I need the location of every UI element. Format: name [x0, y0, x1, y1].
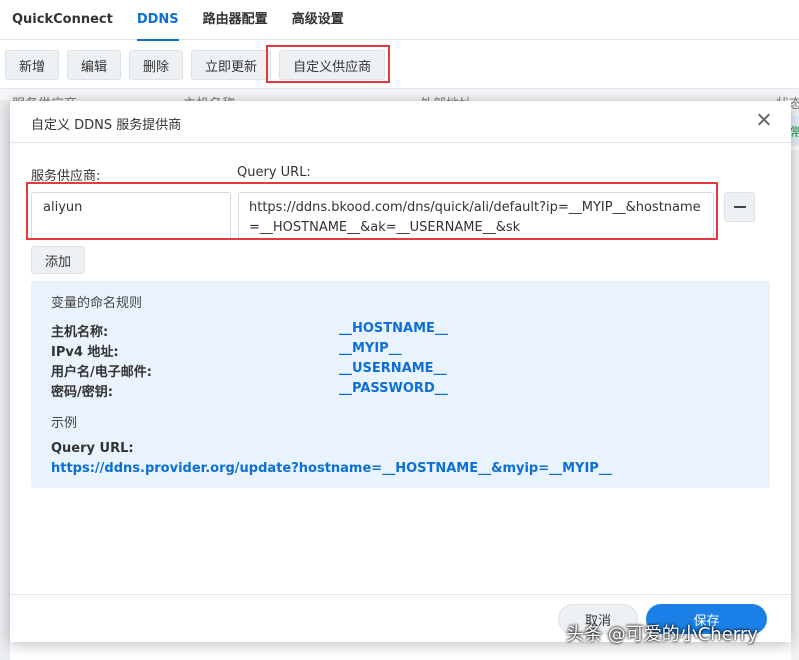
highlight-box-custom-provider: [266, 45, 390, 83]
query-url-label: Query URL:: [237, 165, 311, 180]
background-strip: [791, 150, 799, 660]
tab-bar: QuickConnect DDNS 路由器配置 高级设置: [0, 0, 799, 41]
tab-advanced-settings[interactable]: 高级设置: [292, 0, 344, 40]
example-title: 示例: [51, 416, 78, 431]
add-button[interactable]: 新增: [5, 50, 60, 80]
edit-button[interactable]: 编辑: [67, 50, 122, 80]
variable-key-hostname: 主机名称:: [51, 325, 109, 340]
status-text: 常: [790, 125, 799, 139]
variable-value-ipv4: __MYIP__: [339, 341, 402, 356]
dialog-header: 自定义 DDNS 服务提供商: [10, 101, 791, 143]
delete-button[interactable]: 删除: [129, 50, 184, 80]
remove-row-button[interactable]: [724, 192, 755, 222]
variable-value-hostname: __HOSTNAME__: [339, 321, 448, 336]
tab-quickconnect[interactable]: QuickConnect: [12, 0, 113, 40]
custom-ddns-dialog: 自定义 DDNS 服务提供商 服务供应商: Query URL: aliyun …: [10, 101, 791, 642]
example-url: https://ddns.provider.org/update?hostnam…: [51, 461, 612, 476]
tab-ddns[interactable]: DDNS: [136, 0, 179, 41]
tab-router-config[interactable]: 路由器配置: [203, 0, 268, 40]
variable-key-username: 用户名/电子邮件:: [51, 365, 152, 380]
variable-value-password: __PASSWORD__: [339, 381, 448, 396]
variable-key-password: 密码/密钥:: [51, 385, 113, 400]
dialog-title: 自定义 DDNS 服务提供商: [31, 118, 182, 133]
highlight-box-inputs: [26, 182, 718, 240]
update-now-button[interactable]: 立即更新: [191, 50, 272, 80]
naming-rules-panel: 变量的命名规则 主机名称: __HOSTNAME__ IPv4 地址: __MY…: [31, 281, 770, 488]
watermark: 头条 @可爱的小Cherry: [566, 624, 758, 645]
close-icon[interactable]: [755, 111, 773, 129]
variable-value-username: __USERNAME__: [339, 361, 447, 376]
naming-rules-title: 变量的命名规则: [51, 296, 143, 311]
background-strip: [0, 100, 10, 660]
example-label: Query URL:: [51, 441, 134, 456]
variable-key-ipv4: IPv4 地址:: [51, 345, 119, 360]
add-row-button[interactable]: 添加: [31, 246, 85, 274]
